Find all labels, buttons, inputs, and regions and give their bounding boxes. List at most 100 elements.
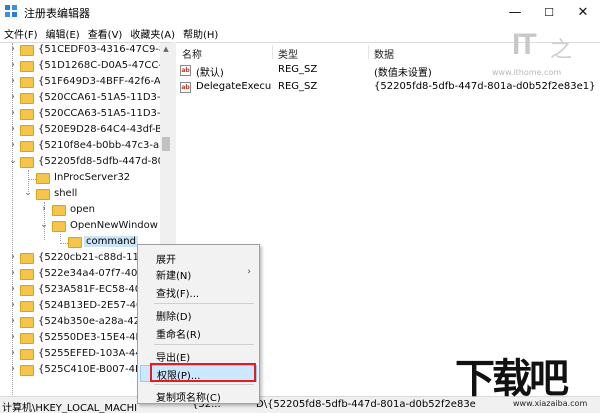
tree-item[interactable]: › {51CEDF03-4316-47C9-81 xyxy=(0,43,172,59)
menu-item-label: 复制项名称(C) xyxy=(156,393,221,404)
chevron-right-icon[interactable]: › xyxy=(8,108,18,118)
minimize-button[interactable]: — xyxy=(498,0,532,24)
chevron-right-icon[interactable]: › xyxy=(8,124,18,134)
tree-item-label: command xyxy=(84,236,138,247)
tree-item-label: {524b350e-a28a-42 xyxy=(38,316,140,327)
chevron-right-icon[interactable]: › xyxy=(8,140,18,150)
menu-item-new[interactable]: 新建(N) › xyxy=(140,265,257,282)
column-divider[interactable] xyxy=(368,45,369,59)
tree-item[interactable]: › open xyxy=(0,203,172,219)
tree-item[interactable]: ⌄ OpenNewWindow xyxy=(0,219,172,235)
menu-help[interactable]: 帮助(H) xyxy=(179,24,222,42)
value-type: REG_SZ xyxy=(278,81,318,92)
tree-item[interactable]: ⌄ {52205fd8-5dfb-447d-801 xyxy=(0,155,172,171)
value-data: (数值未设置) xyxy=(374,68,432,79)
menu-edit[interactable]: 编辑(E) xyxy=(42,24,84,42)
tree-item[interactable]: › {51D1268C-D0A5-47CC-A xyxy=(0,59,172,75)
chevron-right-icon[interactable]: › xyxy=(8,76,18,86)
folder-icon xyxy=(52,205,66,216)
column-header-type[interactable]: 类型 xyxy=(278,43,298,61)
menu-item-delete[interactable]: 删除(D) xyxy=(140,306,257,323)
menu-item-label: 查找(F)... xyxy=(156,289,200,300)
chevron-down-icon[interactable]: ⌄ xyxy=(23,188,33,198)
string-value-icon: ab xyxy=(180,65,191,76)
value-name: DelegateExecu... xyxy=(196,81,272,92)
folder-icon xyxy=(20,285,34,296)
chevron-right-icon[interactable]: › xyxy=(8,44,18,54)
chevron-down-icon[interactable]: ⌄ xyxy=(39,220,49,230)
tree-item-label: {51F649D3-4BFF-42f6-A25 xyxy=(38,76,172,87)
folder-icon xyxy=(36,173,50,184)
tree-item[interactable]: › {5210f8e4-b0bb-47c3-a8 xyxy=(0,139,172,155)
tree-item[interactable]: InProcServer32 xyxy=(0,171,172,187)
folder-icon xyxy=(20,77,34,88)
tree-item[interactable]: › {520CCA61-51A5-11D3-91 xyxy=(0,91,172,107)
tree-item-label: shell xyxy=(54,188,78,199)
menu-item-label: 新建(N) xyxy=(156,271,192,282)
xiazaiba-watermark: 下载吧 xyxy=(455,350,600,402)
watermark-logo-text: 下载吧 xyxy=(455,356,569,402)
tree-item-label: {520CCA61-51A5-11D3-91 xyxy=(38,92,172,103)
title-bar: 注册表编辑器 — ☐ ✕ xyxy=(0,0,600,24)
close-button[interactable]: ✕ xyxy=(566,0,600,24)
ithome-watermark: IT 之 xyxy=(512,28,574,68)
tree-item[interactable]: ⌄ shell xyxy=(0,187,172,203)
tree-item-label: OpenNewWindow xyxy=(70,220,158,231)
menu-view[interactable]: 查看(V) xyxy=(84,24,127,42)
tree-item-label: {524B13ED-2E57-40 xyxy=(38,300,143,311)
menu-item-label: 重命名(R) xyxy=(156,330,201,341)
menu-bar: 文件(F) 编辑(E) 查看(V) 收藏夹(A) 帮助(H) xyxy=(0,24,600,42)
column-divider[interactable] xyxy=(272,45,273,59)
column-header-data[interactable]: 数据 xyxy=(374,43,394,61)
column-header-name[interactable]: 名称 xyxy=(182,43,202,61)
chevron-right-icon[interactable]: › xyxy=(8,332,18,342)
menu-separator xyxy=(154,303,254,304)
value-row[interactable]: ab DelegateExecu... REG_SZ {52205fd8-5df… xyxy=(176,80,600,96)
chevron-right-icon[interactable]: › xyxy=(8,364,18,374)
maximize-button[interactable]: ☐ xyxy=(532,0,566,24)
tree-item[interactable]: › {520CCA63-51A5-11D3-91 xyxy=(0,107,172,123)
menu-separator xyxy=(154,344,254,345)
chevron-right-icon[interactable]: › xyxy=(8,284,18,294)
chevron-down-icon[interactable]: ⌄ xyxy=(8,156,18,166)
watermark-it-char: 之 xyxy=(550,38,573,63)
menu-file[interactable]: 文件(F) xyxy=(0,24,42,42)
menu-item-rename[interactable]: 重命名(R) xyxy=(140,324,257,341)
scrollbar-thumb[interactable] xyxy=(162,137,170,151)
tree-item-label: {522e34a4-07f7-40 xyxy=(38,268,138,279)
menu-item-label: 展开 xyxy=(156,255,176,266)
chevron-right-icon[interactable]: › xyxy=(8,252,18,262)
menu-favorites[interactable]: 收藏夹(A) xyxy=(126,24,179,42)
value-name: (默认) xyxy=(196,68,224,79)
chevron-right-icon[interactable]: › xyxy=(8,348,18,358)
tree-item[interactable]: › {51F649D3-4BFF-42f6-A25 xyxy=(0,75,172,91)
tree-guide-line xyxy=(60,243,68,244)
status-path-tail: D\{52205fd8-5dfb-447d-801a-d0b52f2e83e xyxy=(256,399,476,410)
tree-item-label: {523A581F-EC58-40 xyxy=(38,284,142,295)
chevron-right-icon[interactable]: › xyxy=(8,300,18,310)
folder-icon xyxy=(20,61,34,72)
tree-item-label: {520E9D28-64C4-43df-BE xyxy=(38,124,169,135)
tree-item-label: {52550DE3-15E4-4E xyxy=(38,332,142,343)
menu-item-find[interactable]: 查找(F)... xyxy=(140,283,257,300)
folder-icon xyxy=(20,301,34,312)
chevron-right-icon[interactable]: › xyxy=(8,92,18,102)
scroll-up-icon[interactable]: ▲ xyxy=(160,43,172,55)
watermark-it-text: IT xyxy=(512,28,537,61)
chevron-right-icon[interactable]: › xyxy=(39,204,49,214)
folder-icon xyxy=(20,253,34,264)
menu-item-expand[interactable]: 展开 xyxy=(140,249,257,266)
watermark-logo-url: www.xiazaiba.com xyxy=(513,399,588,408)
menu-item-copy-key-name[interactable]: 复制项名称(C) xyxy=(140,387,257,404)
tree-item[interactable]: › {520E9D28-64C4-43df-BE xyxy=(0,123,172,139)
menu-item-export[interactable]: 导出(E) xyxy=(140,347,257,364)
menu-item-label: 导出(E) xyxy=(156,353,191,364)
folder-icon xyxy=(20,317,34,328)
chevron-right-icon[interactable]: › xyxy=(8,268,18,278)
folder-icon xyxy=(52,221,66,232)
tree-item-label: {5255EFED-103A-44 xyxy=(38,348,142,359)
status-path: 计算机\HKEY_LOCAL_MACHI xyxy=(2,403,138,413)
chevron-right-icon[interactable]: › xyxy=(8,316,18,326)
tree-item-label: {51D1268C-D0A5-47CC-A xyxy=(38,60,169,71)
chevron-right-icon[interactable]: › xyxy=(8,60,18,70)
